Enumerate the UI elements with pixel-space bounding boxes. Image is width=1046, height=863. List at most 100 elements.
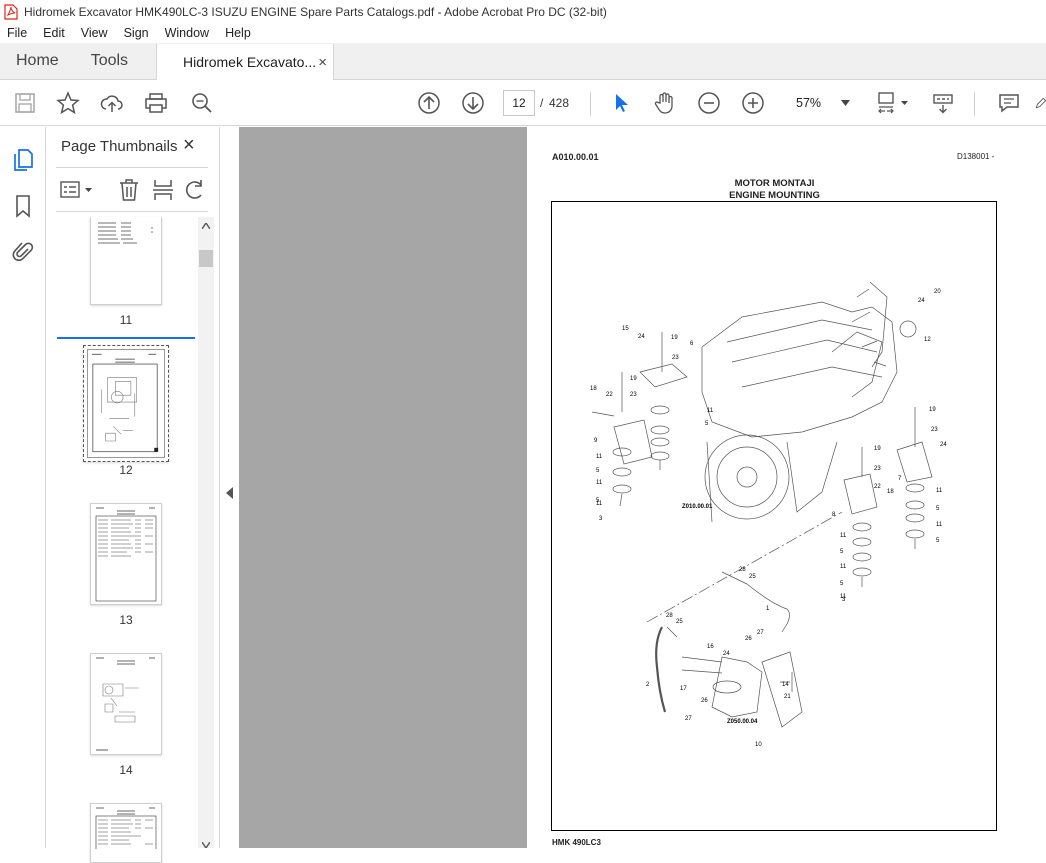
zoom-search-icon[interactable] [189, 90, 215, 116]
callout-24: 24 [723, 651, 730, 657]
callout-15: 15 [622, 326, 629, 332]
callout-12: 12 [924, 337, 931, 343]
callout-25: 25 [749, 574, 756, 580]
page-separator: / [540, 96, 544, 110]
page-15-preview-icon [95, 807, 157, 857]
doc-section-code: A010.00.01 [552, 152, 599, 162]
page-thumbnails-icon[interactable] [10, 147, 36, 173]
callout-1: 1 [766, 606, 770, 612]
thumbnail-page-12-selected[interactable] [83, 345, 169, 462]
callout-z050-00-04: Z050.00.04 [727, 719, 758, 725]
bookmark-icon[interactable] [10, 193, 36, 219]
acrobat-pdf-icon [4, 3, 18, 20]
zoom-in-icon[interactable] [740, 90, 766, 116]
thumbnails-scrollbar[interactable] [198, 217, 214, 848]
callout-26: 26 [745, 636, 752, 642]
callout-19: 19 [874, 446, 881, 452]
callout-23: 23 [874, 466, 881, 472]
callout-17: 17 [680, 686, 687, 692]
callout-11: 11 [596, 501, 603, 507]
scroll-up-icon[interactable] [202, 223, 210, 229]
scroll-mode-icon[interactable] [930, 90, 956, 116]
thumbnail-page-15[interactable] [90, 803, 162, 863]
delete-icon[interactable] [118, 178, 140, 207]
scrollbar-thumb[interactable] [199, 250, 213, 267]
callout-22: 22 [606, 392, 613, 398]
collapse-panel-icon[interactable] [226, 487, 233, 499]
tab-document[interactable]: Hidromek Excavato... × [156, 44, 335, 80]
callout-25: 25 [676, 619, 683, 625]
callout-19: 19 [929, 407, 936, 413]
print-icon[interactable] [143, 90, 169, 116]
thumbnail-page-11[interactable] [90, 217, 162, 305]
callout-23: 23 [672, 355, 679, 361]
callout-5: 5 [936, 538, 940, 544]
panel-collapse-strip [220, 127, 239, 848]
callout-11: 11 [596, 454, 603, 460]
panel-close-icon[interactable]: × [183, 134, 195, 157]
scroll-down-icon[interactable] [202, 842, 210, 848]
page-number-input[interactable]: 12 [503, 90, 535, 116]
hand-icon[interactable] [652, 90, 678, 116]
page-12-preview-icon [87, 349, 165, 458]
diagram-frame: 20 24 12 15 24 19 6 23 18 22 19 23 11 5 9 11 5 11 5 11 3 19 23… [551, 201, 997, 831]
callout-11: 11 [707, 408, 714, 414]
callout-5: 5 [705, 421, 709, 427]
callout-24: 24 [918, 298, 925, 304]
comment-icon[interactable] [996, 90, 1022, 116]
menu-bar: File Edit View Sign Window Help [0, 23, 1046, 43]
page-14-preview-icon [96, 657, 155, 751]
zoom-value: 57% [796, 96, 822, 110]
callout-28: 28 [666, 613, 673, 619]
callout-11: 11 [840, 533, 847, 539]
doc-footer: HMK 490LC3 [552, 838, 601, 847]
menu-edit[interactable]: Edit [35, 26, 73, 40]
page-down-icon[interactable] [460, 90, 486, 116]
thumbnail-options-icon[interactable] [60, 180, 94, 205]
tab-close-icon[interactable]: × [318, 54, 327, 71]
rotate-icon[interactable] [184, 178, 206, 207]
callout-18: 18 [887, 489, 894, 495]
page-up-icon[interactable] [416, 90, 442, 116]
page-fit-icon[interactable] [876, 90, 912, 116]
callout-5: 5 [596, 468, 600, 474]
callout-27: 27 [757, 630, 764, 636]
tab-home[interactable]: Home [0, 43, 75, 79]
thumbnail-label-12: 12 [119, 463, 133, 477]
upload-icon[interactable] [99, 90, 125, 116]
menu-window[interactable]: Window [157, 26, 217, 40]
save-icon[interactable] [12, 90, 38, 116]
callout-5: 5 [840, 581, 844, 587]
thumbnail-tools [56, 167, 208, 212]
navigation-rail [0, 127, 46, 848]
pen-icon[interactable] [1034, 90, 1046, 116]
callout-20: 20 [934, 289, 941, 295]
zoom-select[interactable]: 57% [786, 90, 858, 116]
page-13-preview-icon [95, 507, 157, 602]
callout-23: 23 [931, 427, 938, 433]
pdf-page[interactable]: A010.00.01 D138001 - MOTOR MONTAJI ENGIN… [527, 127, 1046, 848]
thumbnail-label-14: 14 [119, 763, 133, 777]
extract-pages-icon[interactable] [152, 178, 174, 207]
callout-22: 22 [874, 484, 881, 490]
tab-tools[interactable]: Tools [75, 43, 144, 79]
menu-view[interactable]: View [73, 26, 116, 40]
star-icon[interactable] [55, 90, 81, 116]
thumbnail-label-11: 11 [119, 313, 133, 327]
attachment-icon[interactable] [10, 239, 36, 265]
callout-11: 11 [936, 522, 943, 528]
select-arrow-icon[interactable] [608, 90, 634, 116]
callout-28: 28 [739, 567, 746, 573]
menu-file[interactable]: File [0, 26, 35, 40]
menu-sign[interactable]: Sign [116, 26, 157, 40]
doc-title-english: ENGINE MOUNTING [729, 190, 820, 201]
thumbnail-page-14[interactable] [90, 653, 162, 755]
zoom-out-icon[interactable] [696, 90, 722, 116]
callout-19: 19 [630, 376, 637, 382]
callout-8: 8 [832, 512, 836, 518]
page-total: 428 [549, 96, 570, 110]
doc-title-turkish: MOTOR MONTAJI [734, 178, 815, 189]
engine-mounting-diagram: 2024121524 196231822192311591151151131923… [590, 281, 947, 748]
thumbnail-page-13[interactable] [90, 503, 162, 605]
menu-help[interactable]: Help [217, 26, 259, 40]
